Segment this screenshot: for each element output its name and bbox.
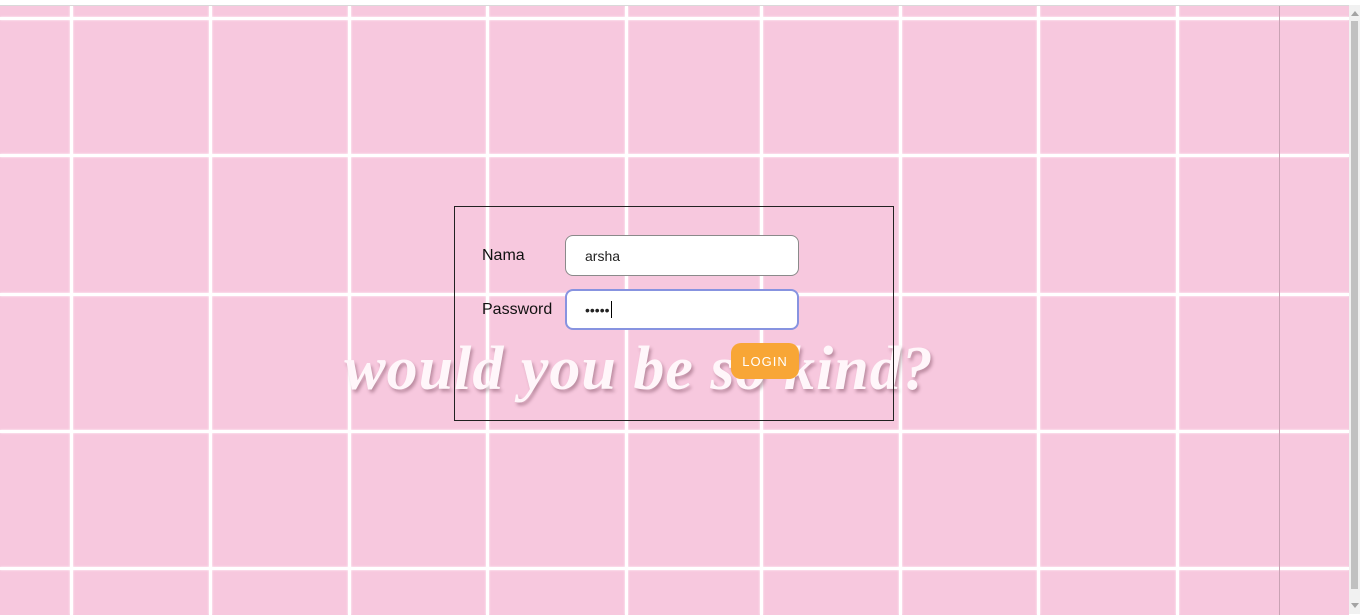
password-row: Password ••••• <box>482 289 799 330</box>
grid-line <box>0 154 1349 157</box>
password-input[interactable]: ••••• <box>565 289 799 330</box>
grid-line <box>209 6 212 615</box>
grid-line <box>0 17 1349 20</box>
nama-input[interactable]: arsha <box>565 235 799 276</box>
grid-line <box>1176 6 1179 615</box>
grid-line <box>70 6 73 615</box>
scroll-up-arrow-icon[interactable] <box>1351 11 1359 16</box>
login-button[interactable]: LOGIN <box>731 343 799 379</box>
text-caret <box>610 301 612 318</box>
password-label: Password <box>482 300 553 318</box>
grid-line <box>0 567 1349 570</box>
grid-line <box>348 6 351 615</box>
vertical-scrollbar[interactable] <box>1349 5 1360 614</box>
nama-label: Nama <box>482 246 525 264</box>
login-form: Nama arsha Password ••••• LOGIN <box>454 206 894 421</box>
grid-line <box>0 430 1349 433</box>
password-input-value: ••••• <box>585 301 610 318</box>
nama-input-value: arsha <box>585 247 621 264</box>
page-viewport: would you be so kind? Nama arsha Passwor… <box>0 5 1349 615</box>
grid-line <box>899 6 902 615</box>
nama-row: Nama arsha <box>482 235 799 276</box>
scroll-down-arrow-icon[interactable] <box>1351 603 1359 608</box>
vertical-rule <box>1279 6 1280 615</box>
grid-line <box>1037 6 1040 615</box>
scrollbar-thumb[interactable] <box>1351 21 1358 589</box>
